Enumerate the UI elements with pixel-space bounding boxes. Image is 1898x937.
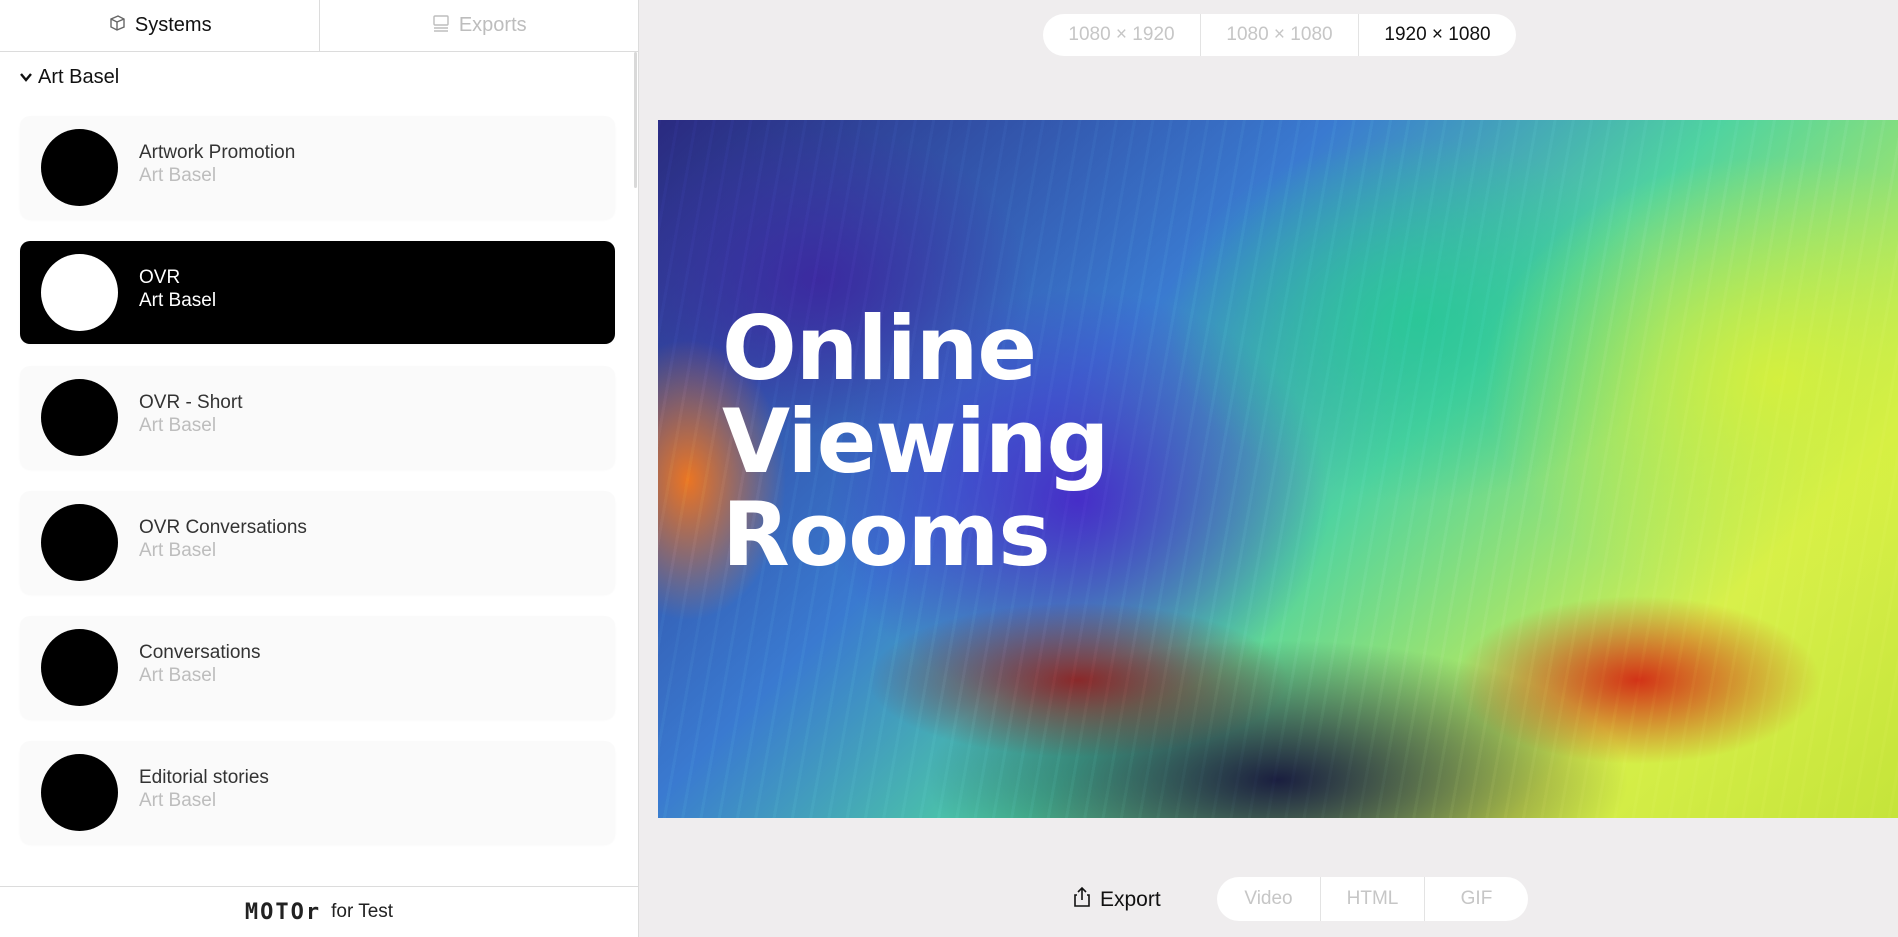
- format-option-html[interactable]: HTML: [1320, 877, 1424, 921]
- system-org: Art Basel: [139, 790, 217, 811]
- system-name: OVR: [139, 267, 181, 288]
- export-button[interactable]: Export: [1070, 880, 1161, 920]
- avatar: [41, 129, 118, 206]
- systems-list: Artwork Promotion Art Basel OVR Art Base…: [20, 116, 615, 866]
- cube-icon: [107, 13, 127, 39]
- sidebar-scrollbar[interactable]: [634, 52, 637, 188]
- list-item-selected[interactable]: OVR Art Basel: [20, 241, 615, 344]
- brand-logo: MOTOr: [244, 899, 322, 925]
- avatar: [41, 754, 118, 831]
- tenant-label: for Test: [331, 901, 394, 922]
- system-name: Editorial stories: [139, 767, 269, 788]
- preview-headline: Online Viewing Rooms: [722, 302, 1322, 581]
- size-option-square[interactable]: 1080 × 1080: [1200, 14, 1358, 56]
- system-org: Art Basel: [139, 165, 217, 186]
- list-item[interactable]: OVR - Short Art Basel: [20, 366, 615, 469]
- group-label: Art Basel: [38, 66, 120, 88]
- tab-systems-label: Systems: [134, 14, 212, 36]
- sidebar-tabs: Systems Exports: [0, 0, 638, 52]
- headline-line: Rooms: [722, 483, 1051, 586]
- preview-canvas[interactable]: Online Viewing Rooms: [658, 120, 1898, 818]
- size-option-landscape[interactable]: 1920 × 1080: [1358, 14, 1516, 56]
- chevron-down-icon: [20, 66, 32, 89]
- system-name: OVR - Short: [139, 392, 243, 413]
- system-name: Conversations: [139, 642, 261, 663]
- system-org: Art Basel: [139, 540, 217, 561]
- avatar: [41, 254, 118, 331]
- headline-line: Viewing: [722, 390, 1110, 493]
- stack-icon: [431, 13, 451, 39]
- tab-exports[interactable]: Exports: [318, 0, 639, 51]
- headline-line: Online: [722, 297, 1037, 400]
- tab-systems[interactable]: Systems: [0, 0, 319, 51]
- tab-exports-label: Exports: [458, 14, 527, 36]
- share-icon: [1070, 885, 1094, 915]
- system-name: Artwork Promotion: [139, 142, 296, 163]
- list-item[interactable]: Editorial stories Art Basel: [20, 741, 615, 844]
- format-option-video[interactable]: Video: [1217, 877, 1320, 921]
- export-label: Export: [1100, 888, 1161, 911]
- system-name: OVR Conversations: [139, 517, 307, 538]
- avatar: [41, 379, 118, 456]
- system-org: Art Basel: [139, 665, 217, 686]
- size-selector: 1080 × 1920 1080 × 1080 1920 × 1080: [1043, 14, 1516, 56]
- size-option-portrait[interactable]: 1080 × 1920: [1043, 14, 1200, 56]
- sidebar: Systems Exports Art Basel Artwork Promot…: [0, 0, 639, 937]
- format-selector: Video HTML GIF: [1217, 877, 1528, 921]
- group-header[interactable]: Art Basel: [20, 66, 119, 89]
- system-org: Art Basel: [139, 415, 217, 436]
- list-item[interactable]: Artwork Promotion Art Basel: [20, 116, 615, 219]
- list-item[interactable]: OVR Conversations Art Basel: [20, 491, 615, 594]
- system-org: Art Basel: [139, 290, 217, 311]
- avatar: [41, 629, 118, 706]
- format-option-gif[interactable]: GIF: [1424, 877, 1528, 921]
- avatar: [41, 504, 118, 581]
- list-item[interactable]: Conversations Art Basel: [20, 616, 615, 719]
- sidebar-footer: MOTOr for Test: [0, 886, 638, 937]
